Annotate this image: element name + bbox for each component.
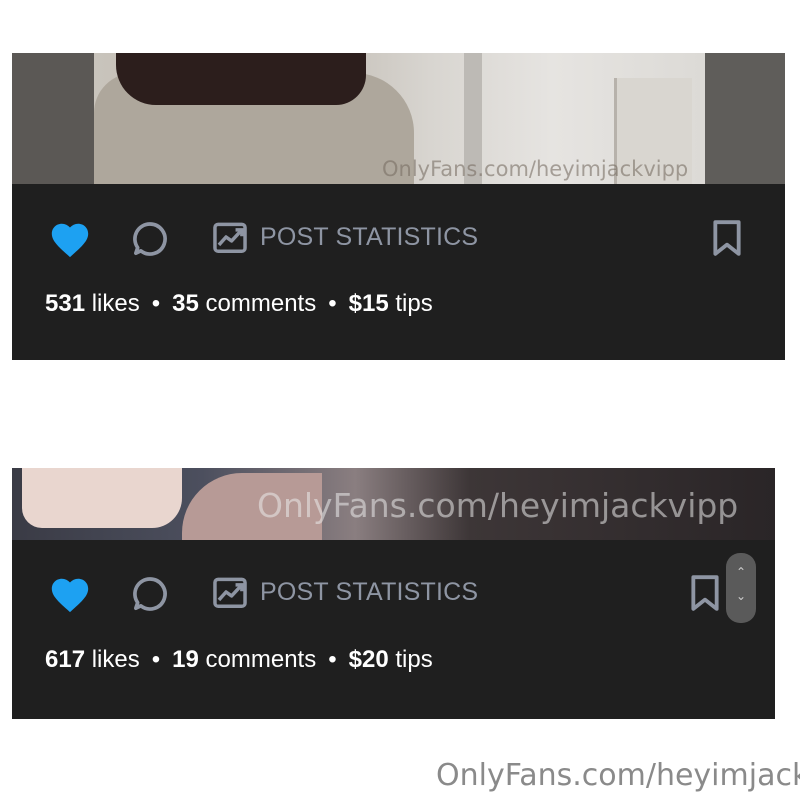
bookmark-icon xyxy=(713,220,741,256)
comment-icon xyxy=(133,577,167,611)
comment-button[interactable] xyxy=(130,574,170,619)
post-media[interactable]: OnlyFans.com/heyimjackvipp xyxy=(12,53,785,184)
like-button[interactable] xyxy=(48,219,92,264)
heart-filled-icon xyxy=(51,578,89,613)
tips-count[interactable]: $15 tips xyxy=(349,290,433,317)
page-watermark: OnlyFans.com/heyimjack xyxy=(436,758,800,793)
tips-count[interactable]: $20 tips xyxy=(349,646,433,673)
comment-icon xyxy=(133,222,167,256)
post-statistics-label: POST STATISTICS xyxy=(260,577,479,606)
like-button[interactable] xyxy=(48,574,92,619)
comments-count[interactable]: 19 comments xyxy=(172,646,316,673)
likes-count[interactable]: 531 likes xyxy=(45,290,140,317)
scroll-down-icon[interactable]: ⌄ xyxy=(726,589,756,603)
post-statistics-button[interactable]: POST STATISTICS xyxy=(210,217,478,257)
media-watermark: OnlyFans.com/heyimjackvipp xyxy=(382,157,689,181)
chart-icon xyxy=(213,222,247,253)
bookmark-icon xyxy=(691,575,719,611)
post-counts: 617 likes • 19 comments • $20 tips xyxy=(45,646,433,673)
post-statistics-label: POST STATISTICS xyxy=(260,222,479,251)
post-card: OnlyFans.com/heyimjackvipp POST STATISTI… xyxy=(12,53,785,360)
comment-button[interactable] xyxy=(130,219,170,264)
post-counts: 531 likes • 35 comments • $15 tips xyxy=(45,290,433,317)
post-media[interactable]: OnlyFans.com/heyimjackvipp xyxy=(12,468,775,540)
scroll-control[interactable]: ⌃ ⌄ xyxy=(726,553,756,623)
likes-count[interactable]: 617 likes xyxy=(45,646,140,673)
chart-icon xyxy=(213,577,247,608)
post-statistics-button[interactable]: POST STATISTICS xyxy=(210,572,478,612)
heart-filled-icon xyxy=(51,223,89,258)
post-actions: POST STATISTICS xyxy=(12,568,775,618)
bookmark-button[interactable] xyxy=(709,218,745,263)
media-watermark: OnlyFans.com/heyimjackvipp xyxy=(257,486,739,525)
bookmark-button[interactable] xyxy=(687,573,723,618)
post-actions: POST STATISTICS xyxy=(12,213,785,263)
comments-count[interactable]: 35 comments xyxy=(172,290,316,317)
post-card: OnlyFans.com/heyimjackvipp POST STATISTI… xyxy=(12,468,775,719)
scroll-up-icon[interactable]: ⌃ xyxy=(726,565,756,579)
